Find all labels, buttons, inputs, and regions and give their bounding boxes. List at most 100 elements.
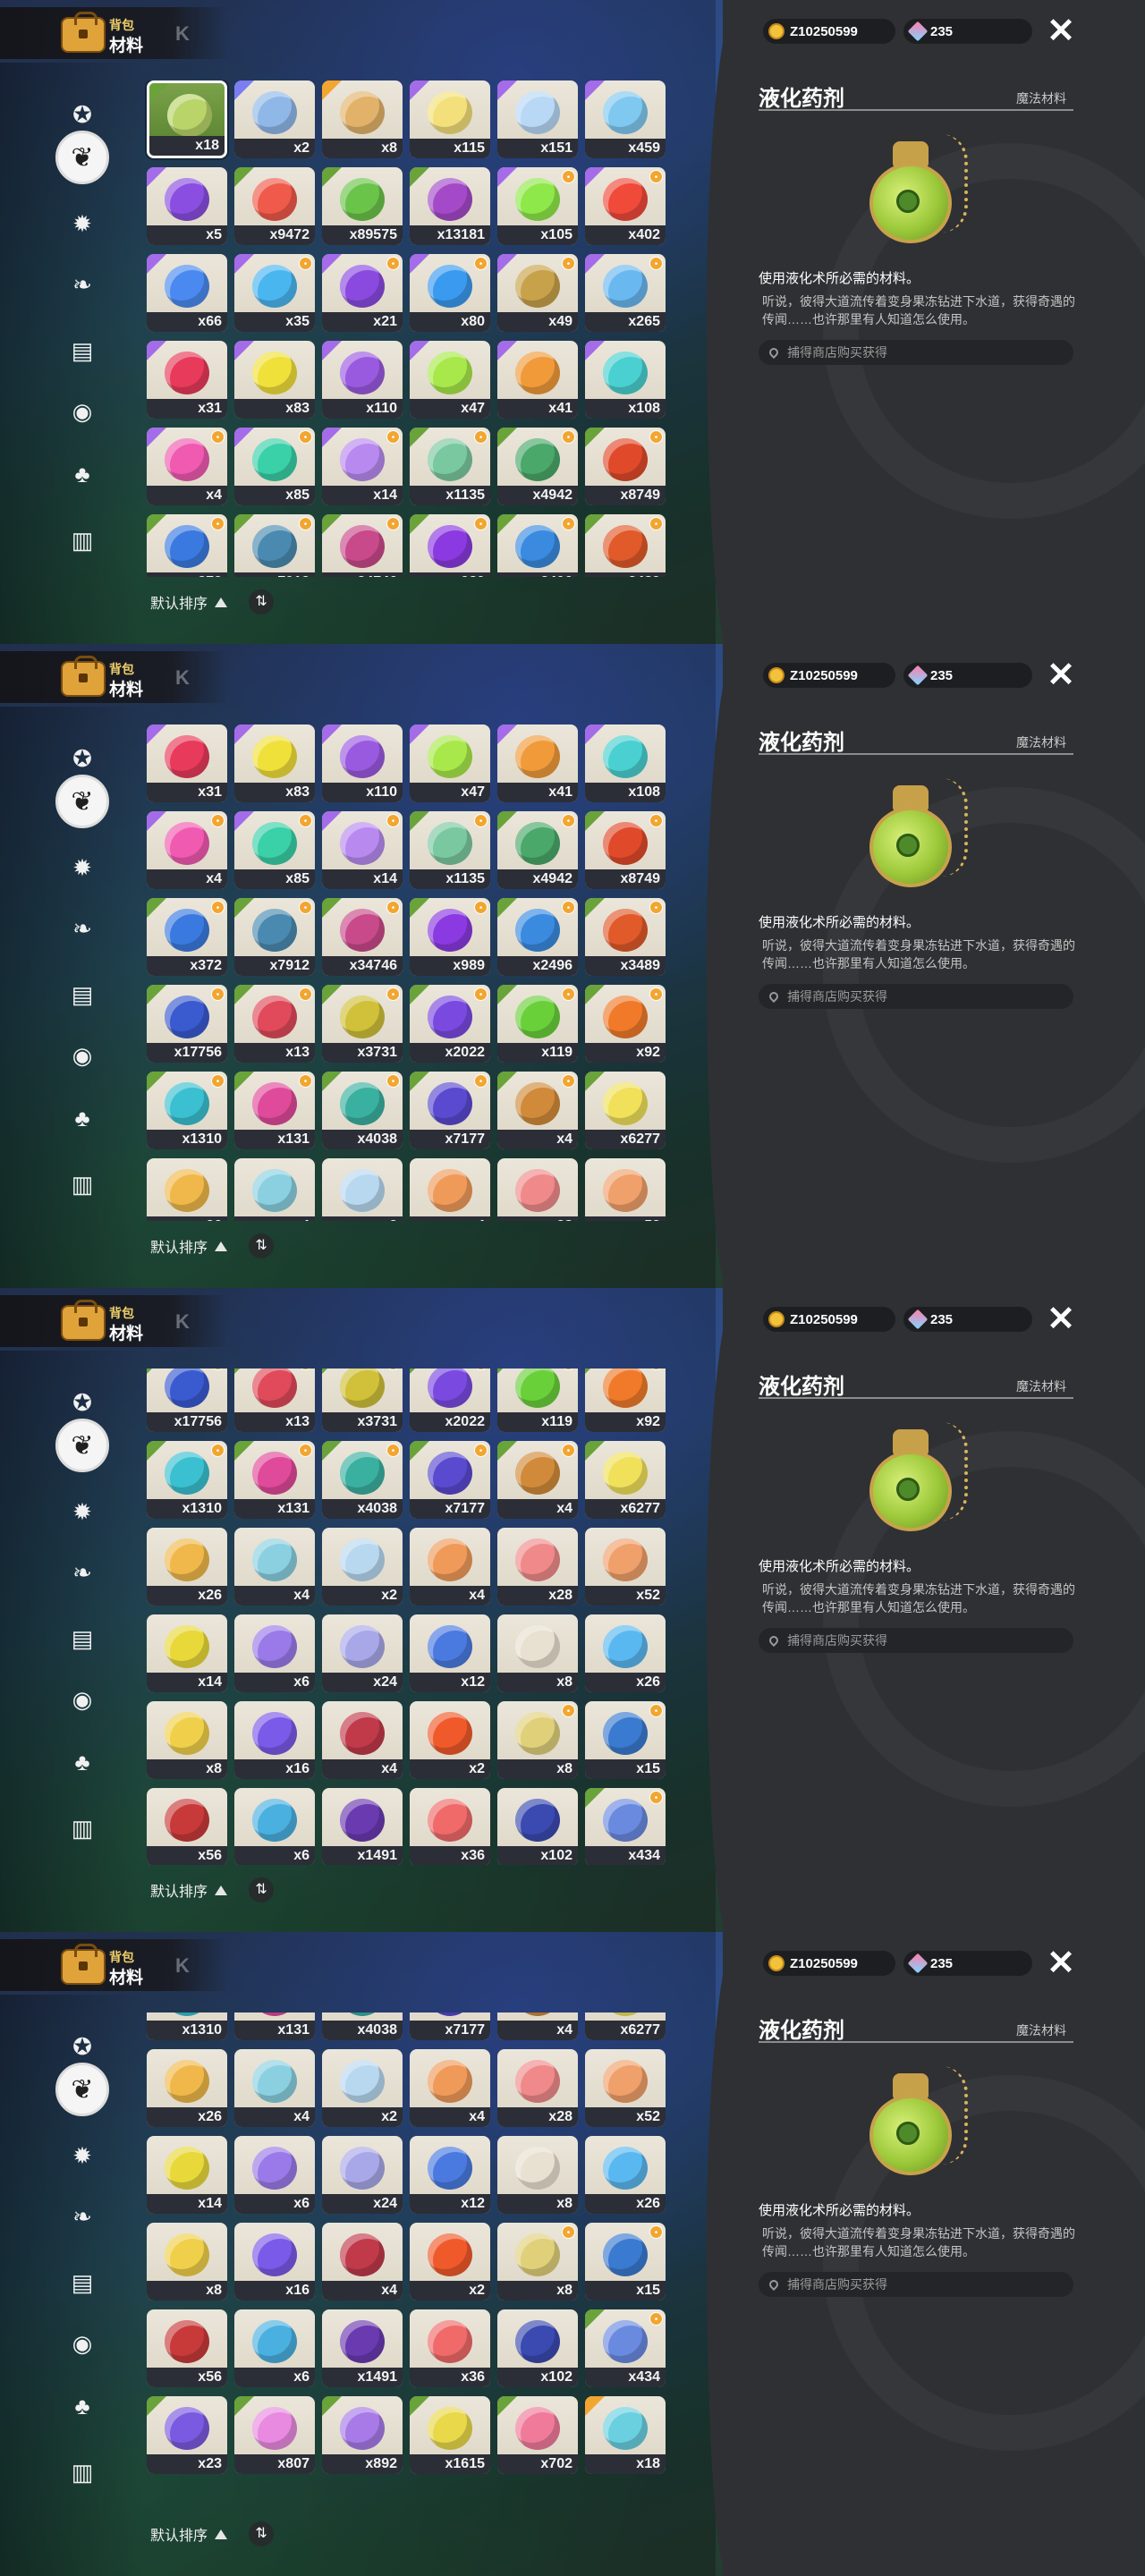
item-slot[interactable]: x47 [410, 724, 490, 802]
sidebar-item-orb[interactable]: ◉ [60, 1033, 105, 1078]
item-slot[interactable]: x16 [234, 1701, 315, 1779]
item-slot[interactable]: • x13 [234, 985, 315, 1063]
item-slot[interactable]: x4 [410, 2049, 490, 2127]
item-slot[interactable]: • x989 [410, 898, 490, 976]
item-slot[interactable]: x892 [322, 2396, 403, 2474]
sidebar-item-materials[interactable]: ❦ [55, 2063, 109, 2116]
item-slot[interactable]: x4 [234, 1528, 315, 1606]
item-slot[interactable]: •x4 [497, 1441, 578, 1519]
item-slot[interactable]: x18 [147, 80, 227, 158]
close-button[interactable]: ✕ [1045, 1946, 1077, 1980]
item-slot[interactable]: x13181 [410, 167, 490, 245]
item-slot[interactable]: x41 [497, 724, 578, 802]
item-slot[interactable]: • x3731 [322, 985, 403, 1063]
close-button[interactable]: ✕ [1045, 14, 1077, 48]
item-slot[interactable]: • x80 [410, 254, 490, 332]
item-slot[interactable]: x23 [147, 2396, 227, 2474]
sidebar-item-acorn[interactable]: ♣ [60, 1740, 105, 1784]
item-slot[interactable]: •x4038 [322, 2012, 403, 2040]
item-slot[interactable]: x36 [410, 1788, 490, 1865]
item-slot[interactable]: x2 [234, 80, 315, 158]
sort-dropdown[interactable]: 默认排序 [150, 1879, 208, 1901]
item-slot[interactable]: x14 [147, 2136, 227, 2214]
sidebar-item-leaf[interactable]: ❧ [60, 2194, 105, 2239]
item-slot[interactable]: x6 [234, 2309, 315, 2387]
item-slot[interactable]: • x7912 [234, 898, 315, 976]
item-slot[interactable]: x459 [585, 80, 666, 158]
item-slot[interactable]: x31 [147, 724, 227, 802]
item-slot[interactable]: x2 [410, 1701, 490, 1779]
item-slot[interactable]: • x3489 [585, 898, 666, 976]
item-slot[interactable]: •x4038 [322, 1441, 403, 1519]
item-slot[interactable]: • x989 [410, 514, 490, 577]
sidebar-item-chest[interactable]: ▥ [60, 2450, 105, 2495]
item-slot[interactable]: x110 [322, 341, 403, 419]
item-slot[interactable]: • x7177 [410, 1441, 490, 1519]
item-slot[interactable]: x52 [585, 2049, 666, 2127]
item-slot[interactable]: x8 [147, 1701, 227, 1779]
item-slot[interactable]: x6277 [585, 1072, 666, 1149]
item-slot[interactable]: x6277 [585, 1441, 666, 1519]
item-slot[interactable]: • x402 [585, 167, 666, 245]
item-slot[interactable]: • x13 [234, 1368, 315, 1432]
item-slot[interactable]: • x372 [147, 514, 227, 577]
sidebar-item-materials[interactable]: ❦ [55, 775, 109, 828]
item-source[interactable]: 捕得商店购买获得 [759, 2272, 1073, 2297]
item-slot[interactable]: • x34746 [322, 898, 403, 976]
item-slot[interactable]: • x85 [234, 811, 315, 889]
item-slot[interactable]: x108 [585, 724, 666, 802]
item-slot[interactable]: x102 [497, 2309, 578, 2387]
sidebar-item-book[interactable]: ▤ [60, 1616, 105, 1661]
item-slot[interactable]: •x4 [497, 2012, 578, 2040]
item-slot[interactable]: x52 [585, 1528, 666, 1606]
sidebar-item-leaf[interactable]: ❧ [60, 1550, 105, 1595]
sidebar-item-leaf[interactable]: ❧ [60, 262, 105, 307]
item-slot[interactable]: x6277 [585, 2012, 666, 2040]
sidebar-item-acorn[interactable]: ♣ [60, 1096, 105, 1140]
sidebar-item-acorn[interactable]: ♣ [60, 452, 105, 496]
item-slot[interactable]: • x14 [322, 811, 403, 889]
sidebar-item-orb[interactable]: ◉ [60, 389, 105, 434]
item-slot[interactable]: x2 [322, 2049, 403, 2127]
item-slot[interactable]: x14 [147, 1614, 227, 1692]
item-slot[interactable]: x2 [322, 1528, 403, 1606]
item-slot[interactable]: x115 [410, 80, 490, 158]
item-slot[interactable]: • x8 [497, 2223, 578, 2301]
item-slot[interactable]: x9472 [234, 167, 315, 245]
item-slot[interactable]: x26 [147, 1528, 227, 1606]
item-slot[interactable]: x1491 [322, 1788, 403, 1865]
item-slot[interactable]: x2 [322, 1158, 403, 1221]
item-slot[interactable]: x4 [234, 2049, 315, 2127]
item-slot[interactable]: x24 [322, 2136, 403, 2214]
item-slot[interactable]: x4 [322, 1701, 403, 1779]
item-slot[interactable]: x26 [147, 1158, 227, 1221]
sort-order-toggle[interactable]: ⇅ [249, 589, 275, 614]
item-slot[interactable]: • x49 [497, 254, 578, 332]
item-slot[interactable]: x4 [322, 2223, 403, 2301]
item-slot[interactable]: x26 [147, 2049, 227, 2127]
item-slot[interactable]: • x7177 [410, 1072, 490, 1149]
item-slot[interactable]: • x3731 [322, 1368, 403, 1432]
item-slot[interactable]: • x92 [585, 1368, 666, 1432]
item-slot[interactable]: x16 [234, 2223, 315, 2301]
item-slot[interactable]: • x265 [585, 254, 666, 332]
item-slot[interactable]: • x7912 [234, 514, 315, 577]
item-slot[interactable]: • x1310 [147, 1441, 227, 1519]
sidebar-item-book[interactable]: ▤ [60, 2260, 105, 2305]
item-slot[interactable]: • x434 [585, 2309, 666, 2387]
item-slot[interactable]: x4 [234, 1158, 315, 1221]
item-slot[interactable]: x110 [322, 724, 403, 802]
item-slot[interactable]: • x17756 [147, 985, 227, 1063]
item-slot[interactable]: x151 [497, 80, 578, 158]
item-slot[interactable]: • x1310 [147, 1072, 227, 1149]
item-slot[interactable]: • x131 [234, 1441, 315, 1519]
item-slot[interactable]: • x434 [585, 1788, 666, 1865]
tab-switch-icon[interactable]: K [175, 23, 200, 45]
item-slot[interactable]: • x15 [585, 1701, 666, 1779]
item-slot[interactable]: • x1135 [410, 811, 490, 889]
item-slot[interactable]: x36 [410, 2309, 490, 2387]
sort-order-toggle[interactable]: ⇅ [249, 1877, 275, 1902]
item-slot[interactable]: x83 [234, 341, 315, 419]
item-slot[interactable]: x702 [497, 2396, 578, 2474]
sort-order-toggle[interactable]: ⇅ [249, 1233, 275, 1258]
